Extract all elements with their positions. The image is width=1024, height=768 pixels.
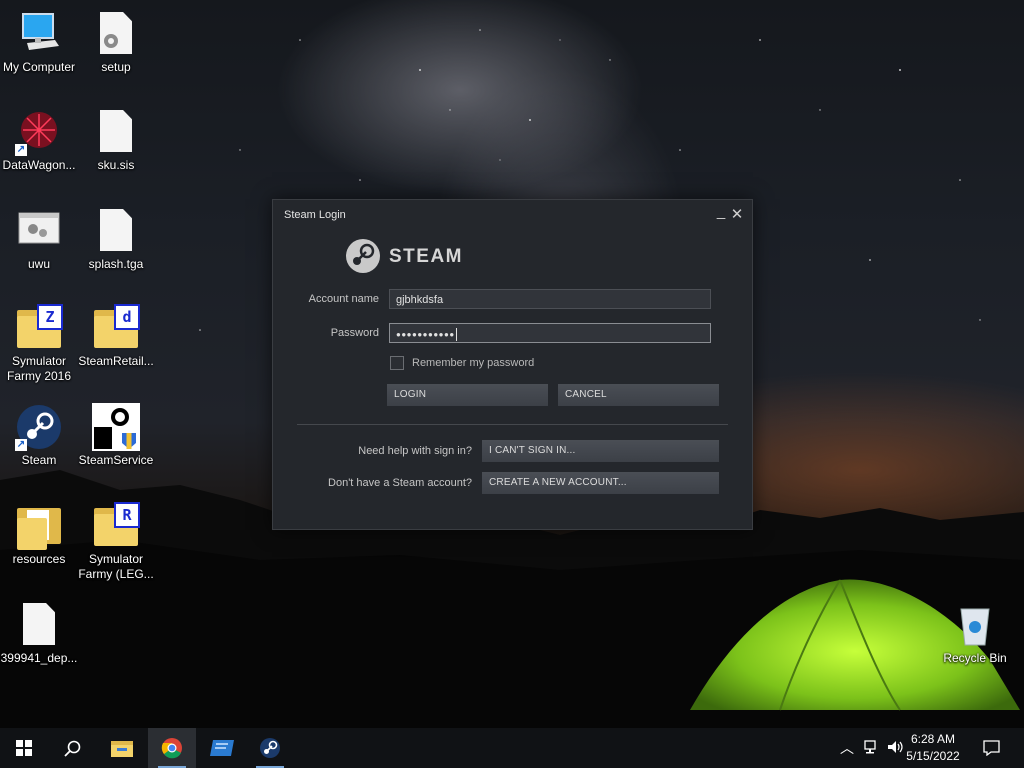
search-icon: [64, 740, 81, 757]
password-label: Password: [330, 327, 379, 339]
folder-icon: Z: [15, 304, 63, 352]
search-button[interactable]: [48, 728, 96, 768]
login-button[interactable]: LOGIN: [387, 384, 548, 406]
desktop-icon-datawagon[interactable]: ↗ DataWagon...: [0, 108, 78, 173]
desktop-icon-resources[interactable]: resources: [0, 502, 78, 567]
desktop-icon-steamretail[interactable]: d SteamRetail...: [77, 304, 155, 369]
taskbar-clock[interactable]: 6:28 AM 5/15/2022: [898, 731, 968, 765]
shortcut-arrow-icon: ↗: [15, 144, 27, 156]
file-icon: [92, 108, 140, 156]
desktop-icon-symulator-farmy-2016[interactable]: Z Symulator Farmy 2016: [0, 304, 78, 384]
window-title: Steam Login: [284, 209, 346, 221]
shortcut-arrow-icon: ↗: [15, 439, 27, 451]
taskbar-remote-app[interactable]: [198, 728, 246, 768]
file-icon: [15, 601, 63, 649]
account-name-value: gjbhkdsfa: [396, 294, 444, 306]
network-icon[interactable]: [864, 740, 880, 754]
start-button[interactable]: [0, 728, 48, 768]
settings-file-icon: [92, 10, 140, 58]
create-account-button[interactable]: CREATE A NEW ACCOUNT...: [482, 472, 719, 494]
datawagon-logo-icon: ↗: [15, 108, 63, 156]
password-value: ●●●●●●●●●●●: [396, 330, 455, 339]
steam-logo-icon: [346, 239, 380, 273]
divider: [297, 424, 728, 425]
steam-logo-icon: [260, 738, 280, 758]
clock-time: 6:28 AM: [910, 732, 956, 746]
desktop-icon-my-computer[interactable]: My Computer: [0, 10, 78, 75]
desktop-icon-recycle-bin[interactable]: Recycle Bin: [936, 601, 1014, 666]
password-input[interactable]: ●●●●●●●●●●●: [389, 323, 711, 343]
settings-window-icon: [15, 207, 63, 255]
desktop-icon-splash-tga[interactable]: splash.tga: [77, 207, 155, 272]
desktop-icon-steamservice[interactable]: SteamService: [77, 403, 155, 468]
file-icon: [92, 207, 140, 255]
chrome-icon: [161, 738, 182, 759]
recycle-bin-icon: [951, 601, 999, 649]
account-name-label: Account name: [308, 293, 379, 305]
steam-logo-icon: ↗: [15, 403, 63, 451]
text-caret: [455, 327, 457, 341]
desktop-icon-uwu[interactable]: uwu: [0, 207, 78, 272]
remember-password-label[interactable]: Remember my password: [412, 357, 534, 369]
folder-icon: [111, 741, 133, 757]
remote-desktop-icon: [210, 740, 234, 756]
cant-sign-in-button[interactable]: I CAN'T SIGN IN...: [482, 440, 719, 462]
close-icon[interactable]: ✕: [729, 205, 745, 223]
taskbar-steam[interactable]: [246, 728, 294, 768]
taskbar-chrome[interactable]: [148, 728, 196, 768]
account-name-input[interactable]: gjbhkdsfa: [389, 289, 711, 309]
window-titlebar[interactable]: Steam Login _ ✕: [273, 200, 752, 230]
taskbar-file-explorer[interactable]: [98, 728, 146, 768]
chevron-up-icon[interactable]: ︿: [840, 738, 854, 758]
desktop-icon-sku-sis[interactable]: sku.sis: [77, 108, 155, 173]
folder-icon: [15, 502, 63, 550]
taskbar: ︿ 6:28 AM 5/15/2022: [0, 728, 1024, 768]
desktop-icon-399941-dep[interactable]: 399941_dep...: [0, 601, 78, 666]
clock-date: 5/15/2022: [906, 749, 960, 763]
remember-password-checkbox[interactable]: [390, 356, 404, 370]
minimize-icon[interactable]: _: [713, 203, 729, 220]
notification-icon: [983, 740, 1000, 756]
account-question-label: Don't have a Steam account?: [328, 477, 472, 489]
desktop-icon-steam[interactable]: ↗ Steam: [0, 403, 78, 468]
steam-login-window: Steam Login _ ✕ STEAM Account name gjbhk…: [272, 199, 753, 530]
desktop-icon-setup[interactable]: setup: [77, 10, 155, 75]
action-center-button[interactable]: [970, 728, 1014, 768]
steamservice-icon: [92, 403, 140, 451]
cancel-button[interactable]: CANCEL: [558, 384, 719, 406]
folder-icon: d: [92, 304, 140, 352]
computer-icon: [15, 10, 63, 58]
desktop-icon-symulator-farmy-leg[interactable]: R Symulator Farmy (LEG...: [77, 502, 155, 582]
help-question-label: Need help with sign in?: [358, 445, 472, 457]
steam-wordmark: STEAM: [389, 246, 463, 267]
folder-icon: R: [92, 502, 140, 550]
windows-logo-icon: [16, 740, 32, 756]
